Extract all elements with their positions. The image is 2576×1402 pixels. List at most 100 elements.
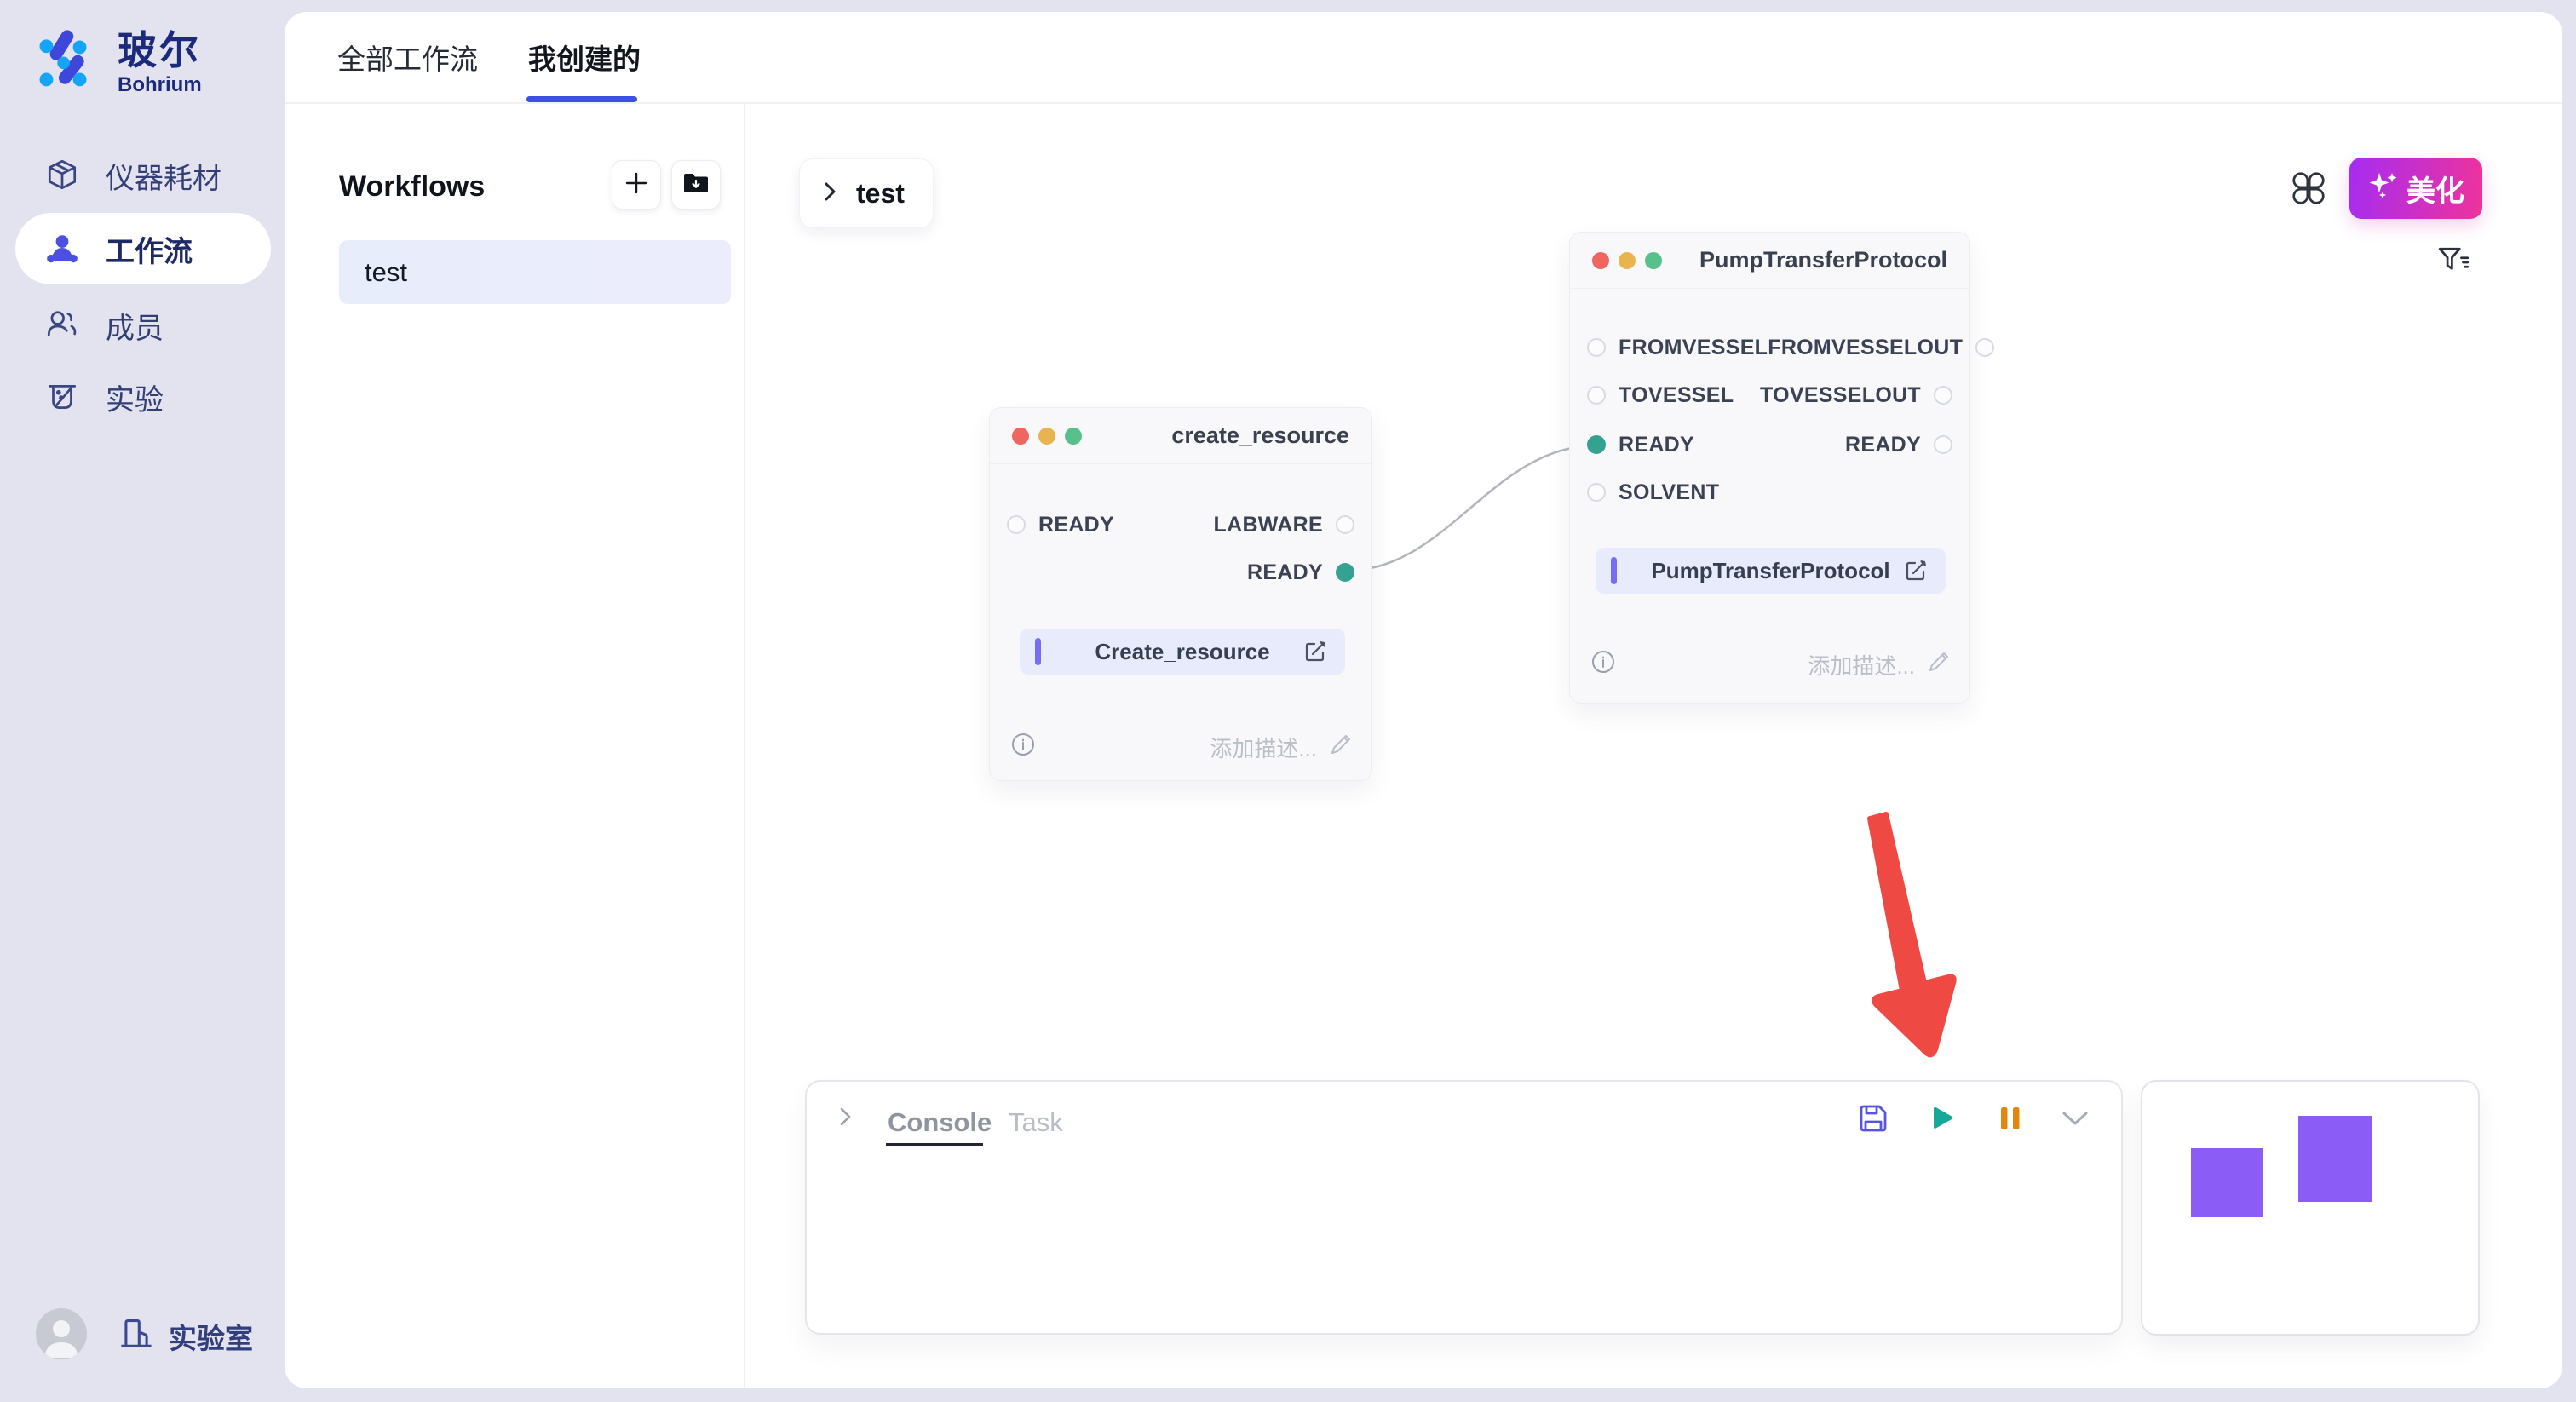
node-title: PumpTransferProtocol xyxy=(1699,247,1947,273)
sparkles-icon xyxy=(2367,170,2398,208)
breadcrumb-label: test xyxy=(856,178,905,210)
port-circle[interactable] xyxy=(1587,483,1606,502)
workflow-list-item-test[interactable]: test xyxy=(339,240,731,304)
output-port-fromvesselout[interactable]: FROMVESSELOUT xyxy=(1768,336,1994,360)
node-title: create_resource xyxy=(1171,422,1349,449)
sidebar-item-label: 工作流 xyxy=(106,228,193,270)
node-dot-green xyxy=(1065,428,1082,445)
edit-icon[interactable] xyxy=(1302,639,1328,664)
tab-task[interactable]: Task xyxy=(1009,1107,1063,1138)
input-port-ready[interactable]: READY xyxy=(1587,433,1694,457)
info-icon[interactable] xyxy=(1590,649,1616,681)
members-icon xyxy=(44,307,80,343)
edit-icon[interactable] xyxy=(1903,558,1929,583)
tab-console[interactable]: Console xyxy=(888,1107,992,1138)
input-port-tovessel[interactable]: TOVESSEL xyxy=(1587,383,1734,408)
port-circle[interactable] xyxy=(1975,338,1994,357)
port-label: READY xyxy=(1247,560,1323,585)
port-label: LABWARE xyxy=(1214,513,1323,537)
main-panel: 全部工作流 我创建的 Workflows test xyxy=(285,12,2562,1388)
node-dot-green xyxy=(1645,252,1662,269)
chevron-right-icon[interactable] xyxy=(836,1106,854,1132)
pencil-icon xyxy=(1927,650,1951,680)
add-description[interactable]: 添加描述... xyxy=(1808,649,1951,681)
save-icon[interactable] xyxy=(1856,1101,1890,1135)
run-icon[interactable] xyxy=(1924,1101,1958,1135)
action-accent-bar xyxy=(1035,638,1041,665)
port-circle-connected[interactable] xyxy=(1587,435,1606,454)
workspace-label: 实验室 xyxy=(169,1316,253,1357)
user-avatar[interactable] xyxy=(36,1308,87,1359)
node-create-resource[interactable]: create_resource READY LABWARE READY Crea… xyxy=(989,407,1372,781)
folder-download-icon xyxy=(681,169,710,202)
action-label: Create_resource xyxy=(1095,639,1269,665)
action-label: PumpTransferProtocol xyxy=(1651,558,1889,584)
command-grid-icon[interactable] xyxy=(2289,169,2328,212)
input-port-fromvessel[interactable]: FROMVESSEL xyxy=(1587,336,1768,360)
tab-created-by-me[interactable]: 我创建的 xyxy=(528,12,641,102)
beautify-label: 美化 xyxy=(2406,168,2464,210)
port-label: FROMVESSEL xyxy=(1619,336,1768,360)
minimap-node xyxy=(2298,1116,2372,1202)
app-name: 玻尔 xyxy=(118,30,202,71)
chevron-right-icon xyxy=(820,181,839,207)
output-port-labware[interactable]: LABWARE xyxy=(1214,513,1354,537)
description-placeholder: 添加描述... xyxy=(1210,732,1317,763)
collapse-icon[interactable] xyxy=(2057,1101,2093,1135)
sidebar-item-members[interactable]: 成员 xyxy=(0,290,271,361)
port-label: FROMVESSELOUT xyxy=(1768,336,1963,360)
filter-icon[interactable] xyxy=(2436,244,2472,284)
bohrium-logo-icon xyxy=(26,24,101,103)
port-label: READY xyxy=(1038,513,1114,537)
console-tab-underline xyxy=(886,1143,983,1146)
port-circle[interactable] xyxy=(1587,386,1606,405)
port-label: TOVESSELOUT xyxy=(1760,383,1921,408)
tab-all-workflows[interactable]: 全部工作流 xyxy=(337,12,478,102)
input-port-ready[interactable]: READY xyxy=(1007,513,1114,537)
package-icon xyxy=(44,158,80,193)
plus-icon xyxy=(624,170,649,200)
minimap[interactable] xyxy=(2141,1080,2480,1336)
node-header: create_resource xyxy=(990,408,1371,464)
port-circle-connected[interactable] xyxy=(1336,563,1354,582)
port-circle[interactable] xyxy=(1587,338,1606,357)
port-circle[interactable] xyxy=(1934,386,1952,405)
output-port-ready[interactable]: READY xyxy=(1247,560,1354,585)
workflows-heading: Workflows xyxy=(339,170,485,204)
experiment-icon xyxy=(44,379,80,415)
workspace-switcher[interactable]: 实验室 xyxy=(118,1315,253,1357)
output-port-ready[interactable]: READY xyxy=(1845,433,1952,457)
node-pump-transfer-protocol[interactable]: PumpTransferProtocol FROMVESSEL FROMVESS… xyxy=(1569,232,1970,704)
port-label: TOVESSEL xyxy=(1619,383,1734,408)
sidebar-item-workflow[interactable]: 工作流 xyxy=(15,213,271,284)
node-action-pump-transfer[interactable]: PumpTransferProtocol xyxy=(1596,548,1946,594)
node-dot-yellow xyxy=(1619,252,1636,269)
import-folder-button[interactable] xyxy=(671,160,721,210)
breadcrumb[interactable]: test xyxy=(799,158,934,228)
pause-icon[interactable] xyxy=(1995,1101,2026,1135)
sidebar-item-label: 仪器耗材 xyxy=(106,155,221,197)
node-header: PumpTransferProtocol xyxy=(1570,233,1969,289)
building-icon xyxy=(118,1315,155,1357)
beautify-button[interactable]: 美化 xyxy=(2349,158,2482,219)
port-circle[interactable] xyxy=(1007,515,1026,534)
workflow-tabs: 全部工作流 我创建的 xyxy=(285,12,2562,104)
add-workflow-button[interactable] xyxy=(612,160,661,210)
app-logo: 玻尔 Bohrium xyxy=(26,24,202,103)
output-port-tovesselout[interactable]: TOVESSELOUT xyxy=(1760,383,1952,408)
node-dot-red xyxy=(1012,428,1029,445)
workflow-list-panel: Workflows test xyxy=(285,104,745,1388)
port-circle[interactable] xyxy=(1336,515,1354,534)
sidebar-item-experiments[interactable]: 实验 xyxy=(0,361,271,433)
node-dot-yellow xyxy=(1038,428,1055,445)
port-circle[interactable] xyxy=(1934,435,1952,454)
sidebar-item-consumables[interactable]: 仪器耗材 xyxy=(0,140,271,211)
input-port-solvent[interactable]: SOLVENT xyxy=(1587,480,1719,505)
sidebar-item-label: 成员 xyxy=(106,305,164,347)
node-action-create-resource[interactable]: Create_resource xyxy=(1020,629,1345,675)
add-description[interactable]: 添加描述... xyxy=(1210,732,1353,763)
info-icon[interactable] xyxy=(1010,732,1036,763)
node-dot-red xyxy=(1592,252,1609,269)
workflow-item-label: test xyxy=(365,257,407,288)
action-accent-bar xyxy=(1611,557,1617,584)
